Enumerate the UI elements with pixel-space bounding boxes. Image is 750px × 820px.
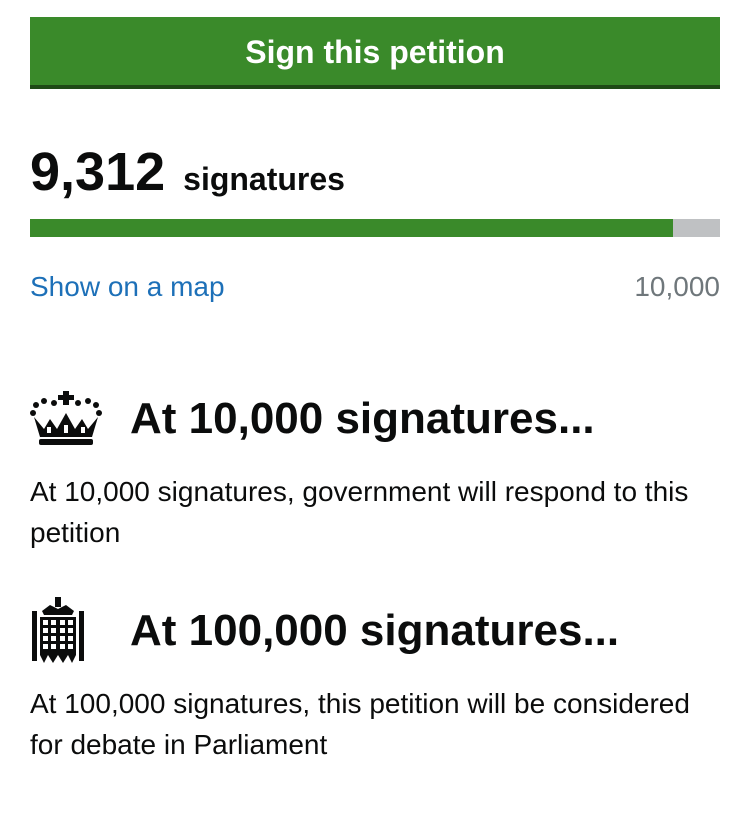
threshold-government-response: At 10,000 signatures... xyxy=(30,383,720,455)
threshold-title: At 10,000 signatures... xyxy=(130,394,595,443)
show-on-map-link[interactable]: Show on a map xyxy=(30,269,225,305)
signature-count: 9,312 signatures xyxy=(30,145,720,205)
signature-progress-fill xyxy=(30,219,673,237)
signature-count-label: signatures xyxy=(183,161,345,197)
sign-petition-button[interactable]: Sign this petition xyxy=(30,17,720,89)
threshold-title: At 100,000 signatures... xyxy=(130,606,620,655)
signature-progress-bar xyxy=(30,219,720,237)
threshold-parliament-debate: At 100,000 signatures... xyxy=(30,595,720,667)
progress-meta-row: Show on a map 10,000 xyxy=(30,269,720,305)
threshold-description: At 100,000 signatures, this petition wil… xyxy=(30,688,690,760)
portcullis-icon xyxy=(30,595,106,667)
signature-target: 10,000 xyxy=(634,271,720,302)
crown-icon xyxy=(30,383,106,455)
threshold-description: At 10,000 signatures, government will re… xyxy=(30,476,689,548)
petition-signature-panel: Sign this petition 9,312 signatures Show… xyxy=(30,17,720,765)
signature-count-number: 9,312 xyxy=(30,142,166,202)
